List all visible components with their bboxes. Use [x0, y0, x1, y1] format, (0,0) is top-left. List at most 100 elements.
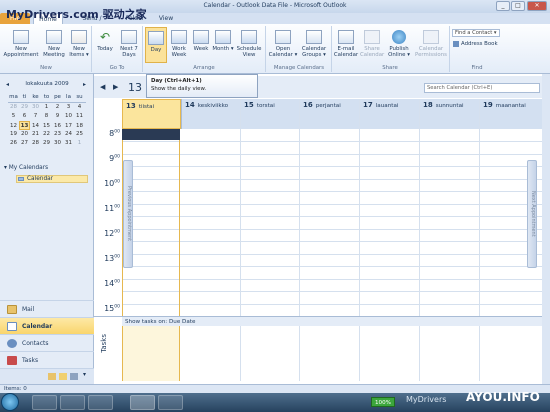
mini-calendar-week: 19 20 21 22 23 24 25 [8, 130, 86, 139]
tab-view[interactable]: View [154, 13, 178, 24]
nav-mail[interactable]: Mail [0, 300, 94, 317]
mini-day[interactable]: 20 [19, 130, 30, 139]
mini-day-today[interactable]: 13 [19, 121, 30, 130]
calendar-icon [7, 322, 17, 331]
date-heading: 13 [128, 81, 142, 94]
my-calendars-header[interactable]: ▾ My Calendars [4, 165, 90, 173]
mini-day[interactable]: 1 [41, 103, 52, 112]
mini-day[interactable]: 22 [41, 130, 52, 139]
publish-online-button[interactable]: Publish Online ▾ [385, 30, 413, 66]
taskbar-app-icon[interactable] [158, 395, 183, 410]
day-header[interactable]: 16 perjantai [299, 99, 359, 129]
folder-icon[interactable] [59, 373, 67, 380]
mini-day[interactable]: 24 [63, 130, 74, 139]
day-header[interactable]: 15 torstai [240, 99, 299, 129]
calendar-checkbox[interactable] [18, 177, 24, 181]
next-7-days-button[interactable]: Next 7 Days [117, 30, 141, 66]
day-header[interactable]: 19 maanantai [479, 99, 542, 129]
new-items-icon [71, 30, 87, 44]
mini-day[interactable]: 31 [63, 139, 74, 148]
mini-day[interactable]: 11 [74, 112, 85, 121]
week-icon [193, 30, 209, 44]
mini-day[interactable]: 29 [19, 103, 30, 112]
next-month-icon[interactable]: ▸ [83, 81, 86, 88]
mini-day[interactable]: 1 [74, 139, 85, 148]
maximize-button[interactable]: □ [511, 1, 525, 11]
mini-day[interactable]: 21 [30, 130, 41, 139]
mini-day[interactable]: 4 [74, 103, 85, 112]
next-appointment-tab[interactable]: Next Appointment [527, 160, 537, 268]
mini-day[interactable]: 9 [52, 112, 63, 121]
nav-tasks[interactable]: Tasks [0, 351, 94, 368]
mini-day[interactable]: 25 [74, 130, 85, 139]
day-header[interactable]: 14 keskiviikko [181, 99, 240, 129]
mini-calendar-week: 28 29 30 1 2 3 4 [8, 103, 86, 112]
start-button[interactable] [1, 393, 19, 411]
email-calendar-button[interactable]: E-mail Calendar [333, 30, 359, 66]
day-header[interactable]: 18 sunnuntai [419, 99, 479, 129]
zoom-level[interactable]: 100% [371, 397, 395, 407]
mini-day[interactable]: 5 [8, 112, 19, 121]
previous-appointment-tab[interactable]: Previous Appointment [123, 160, 133, 268]
shortcuts-icon[interactable] [70, 373, 78, 380]
mini-day[interactable]: 29 [41, 139, 52, 148]
taskbar-media-icon[interactable] [88, 395, 113, 410]
permissions-icon [423, 30, 439, 44]
back-arrow-icon[interactable]: ◀ [100, 83, 105, 91]
mini-day[interactable]: 2 [52, 103, 63, 112]
week-button[interactable]: Week [191, 30, 211, 66]
search-calendar-input[interactable]: Search Calendar (Ctrl+E) [424, 83, 540, 93]
mini-day[interactable]: 19 [8, 130, 19, 139]
mini-day[interactable]: 28 [8, 103, 19, 112]
mini-day[interactable]: 8 [41, 112, 52, 121]
month-button[interactable]: Month ▾ [212, 30, 234, 66]
nav-shortcuts: ▾ [0, 368, 94, 384]
today-button[interactable]: ↶ Today [94, 30, 116, 66]
tooltip-body: Show the daily view. [151, 86, 207, 92]
new-appointment-button[interactable]: New Appointment [3, 30, 39, 66]
day-view-button[interactable]: Day [145, 27, 167, 63]
calendar-groups-button[interactable]: Calendar Groups ▾ [299, 30, 329, 66]
mini-day[interactable]: 6 [19, 112, 30, 121]
mini-day[interactable]: 30 [52, 139, 63, 148]
nav-calendar[interactable]: Calendar [0, 317, 94, 334]
mini-day[interactable]: 7 [30, 112, 41, 121]
group-label-manage-calendars: Manage Calendars [273, 65, 325, 71]
taskbar-ie-icon[interactable] [32, 395, 57, 410]
mini-day[interactable]: 3 [63, 103, 74, 112]
share-calendar-button[interactable]: Share Calendar [360, 30, 384, 66]
minimize-button[interactable]: _ [496, 1, 510, 11]
calendar-groups-icon [306, 30, 322, 44]
schedule-view-button[interactable]: Schedule View [235, 30, 263, 66]
notes-icon[interactable] [48, 373, 56, 380]
mini-day[interactable]: 26 [8, 139, 19, 148]
work-week-button[interactable]: Work Week [168, 30, 190, 66]
selected-time-slot[interactable] [122, 129, 180, 140]
grid-line [299, 99, 300, 381]
find-contact-input[interactable]: Find a Contact ▾ [452, 29, 500, 37]
grid-line [419, 99, 420, 381]
mini-day[interactable]: 27 [19, 139, 30, 148]
new-items-button[interactable]: New Items ▾ [68, 30, 90, 66]
configure-buttons-icon[interactable]: ▾ [83, 371, 86, 378]
taskbar-explorer-icon[interactable] [60, 395, 85, 410]
calendar-permissions-button[interactable]: Calendar Permissions [414, 30, 448, 66]
day-header[interactable]: 17 lauantai [359, 99, 419, 129]
calendar-list-item[interactable]: Calendar [16, 175, 88, 183]
address-book-button[interactable]: Address Book [453, 40, 503, 48]
forward-arrow-icon[interactable]: ▶ [113, 83, 118, 91]
close-button[interactable]: ✕ [527, 1, 547, 11]
mini-day[interactable]: 23 [52, 130, 63, 139]
open-calendar-button[interactable]: Open Calendar ▾ [268, 30, 298, 66]
grid-line [240, 99, 241, 381]
group-label-share: Share [382, 65, 398, 71]
tasks-header[interactable]: Show tasks on: Due Date [122, 316, 542, 326]
mini-day[interactable]: 30 [30, 103, 41, 112]
new-meeting-button[interactable]: New Meeting [41, 30, 67, 66]
day-header-today[interactable]: 13 tiistai [122, 99, 181, 129]
tasks-today-cell[interactable] [122, 326, 180, 381]
nav-contacts[interactable]: Contacts [0, 334, 94, 351]
mini-day[interactable]: 28 [30, 139, 41, 148]
taskbar-outlook-icon[interactable] [130, 395, 155, 410]
mini-day[interactable]: 10 [63, 112, 74, 121]
